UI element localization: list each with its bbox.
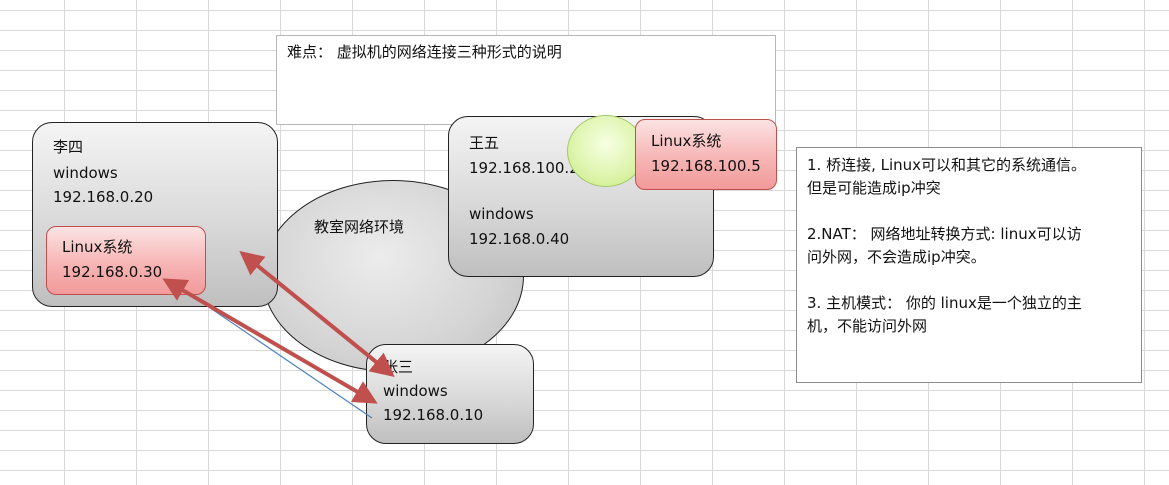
note-bridge-line-1: 1. 桥连接, Linux可以和其它的系统通信。 — [807, 156, 1087, 174]
lisi-zhangsan-arrow — [239, 250, 395, 378]
note-nat: 2.NAT： 网络地址转换方式: linux可以访 问外网，不会造成ip冲突。 — [807, 223, 1131, 269]
explanation-note: 1. 桥连接, Linux可以和其它的系统通信。 但是可能造成ip冲突 2.NA… — [796, 147, 1142, 383]
note-host-line-1: 3. 主机模式： 你的 linux是一个独立的主 — [807, 294, 1082, 312]
vm-lisi-zhangsan-arrow — [162, 278, 378, 404]
note-nat-line-1: 2.NAT： 网络地址转换方式: linux可以访 — [807, 225, 1082, 243]
note-host: 3. 主机模式： 你的 linux是一个独立的主 机，不能访问外网 — [807, 292, 1131, 338]
note-bridge: 1. 桥连接, Linux可以和其它的系统通信。 但是可能造成ip冲突 — [807, 154, 1131, 200]
note-bridge-line-2: 但是可能造成ip冲突 — [807, 179, 941, 197]
note-nat-line-2: 问外网，不会造成ip冲突。 — [807, 248, 986, 266]
note-host-line-2: 机，不能访问外网 — [807, 317, 928, 335]
